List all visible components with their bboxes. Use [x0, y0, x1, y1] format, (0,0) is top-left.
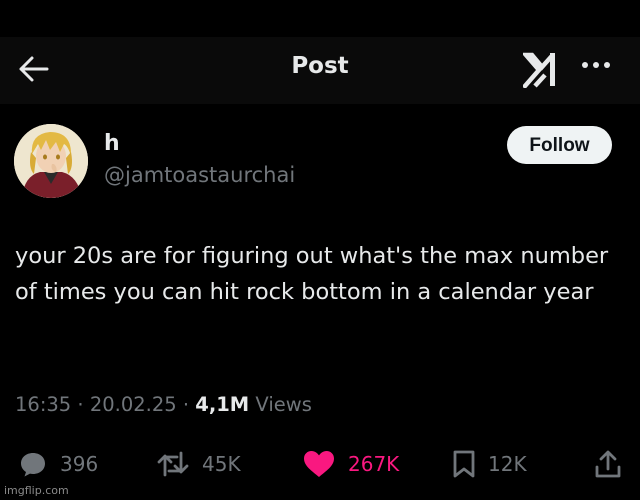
post-date[interactable]: 20.02.25 — [90, 393, 177, 416]
more-dots-icon — [582, 62, 610, 68]
repost-icon — [157, 451, 189, 477]
avatar[interactable] — [14, 124, 88, 198]
share-button[interactable] — [594, 446, 622, 482]
more-options-button[interactable] — [580, 55, 612, 75]
views-label: Views — [255, 393, 312, 416]
meta-separator: · — [182, 393, 196, 416]
meta-separator: · — [77, 393, 90, 416]
bookmark-icon — [453, 450, 475, 478]
watermark: imgflip.com — [4, 484, 69, 497]
xai-logo-button[interactable] — [521, 50, 563, 90]
bookmark-button[interactable]: 12K — [452, 446, 527, 482]
reply-button[interactable]: 396 — [18, 446, 98, 482]
bookmark-count: 12K — [488, 452, 527, 476]
post-text: your 20s are for figuring out what's the… — [15, 243, 609, 305]
reply-icon — [21, 453, 45, 477]
post-time[interactable]: 16:35 — [15, 393, 71, 416]
repost-count: 45K — [202, 452, 241, 476]
author-handle[interactable]: @jamtoastaurchai — [104, 163, 295, 187]
views-count: 4,1M — [195, 393, 250, 416]
share-icon — [595, 450, 621, 478]
follow-button[interactable]: Follow — [507, 126, 612, 164]
like-button[interactable]: 267K — [302, 446, 399, 482]
like-count: 267K — [348, 452, 400, 476]
heart-icon — [304, 451, 334, 477]
author-name[interactable]: h — [104, 131, 120, 156]
post-meta: 16:35 · 20.02.25 · 4,1M Views — [15, 393, 312, 416]
reply-count: 396 — [60, 452, 99, 476]
repost-button[interactable]: 45K — [156, 446, 241, 482]
action-bar: 396 45K 267K 12K — [0, 440, 640, 490]
anime-character-avatar — [14, 124, 88, 198]
xai-logo-icon — [521, 52, 555, 90]
